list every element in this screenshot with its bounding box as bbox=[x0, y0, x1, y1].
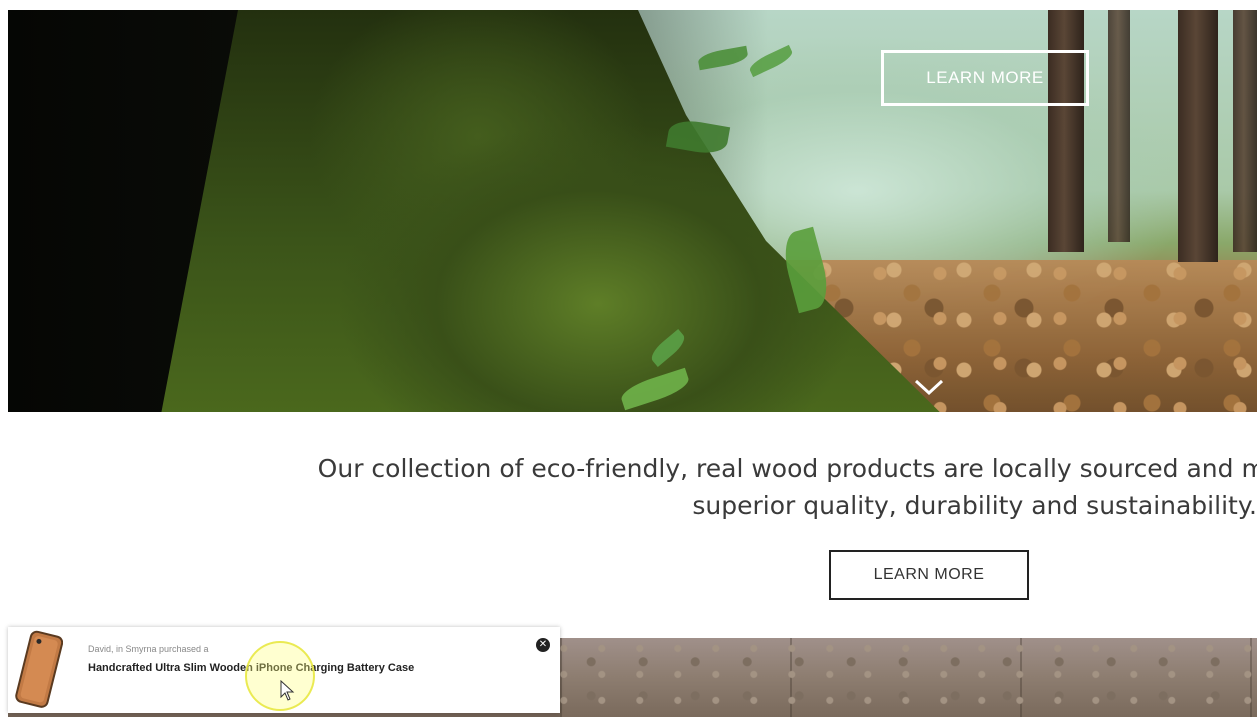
mouse-cursor-icon bbox=[280, 680, 295, 701]
background-tree bbox=[1048, 10, 1084, 252]
stone-banner bbox=[560, 638, 1257, 717]
page: LEARN MORE Our collection of eco-friendl… bbox=[0, 0, 1257, 717]
intro-learn-more-button[interactable]: LEARN MORE bbox=[829, 550, 1029, 600]
background-tree bbox=[1178, 10, 1218, 262]
intro-line-2: superior quality, durability and sustain… bbox=[692, 491, 1257, 520]
mossy-tree-trunk bbox=[158, 10, 958, 412]
background-tree bbox=[1233, 10, 1257, 252]
chevron-down-icon[interactable] bbox=[914, 378, 944, 396]
hero-learn-more-button[interactable]: LEARN MORE bbox=[881, 50, 1089, 106]
intro-paragraph: Our collection of eco-friendly, real woo… bbox=[100, 450, 1257, 524]
background-tree bbox=[1108, 10, 1130, 242]
close-icon[interactable]: ✕ bbox=[536, 638, 550, 652]
intro-line-1: Our collection of eco-friendly, real woo… bbox=[317, 454, 1257, 483]
phone-case-thumbnail bbox=[15, 630, 63, 708]
buyer-text: David, in Smyrna purchased a bbox=[88, 644, 209, 654]
